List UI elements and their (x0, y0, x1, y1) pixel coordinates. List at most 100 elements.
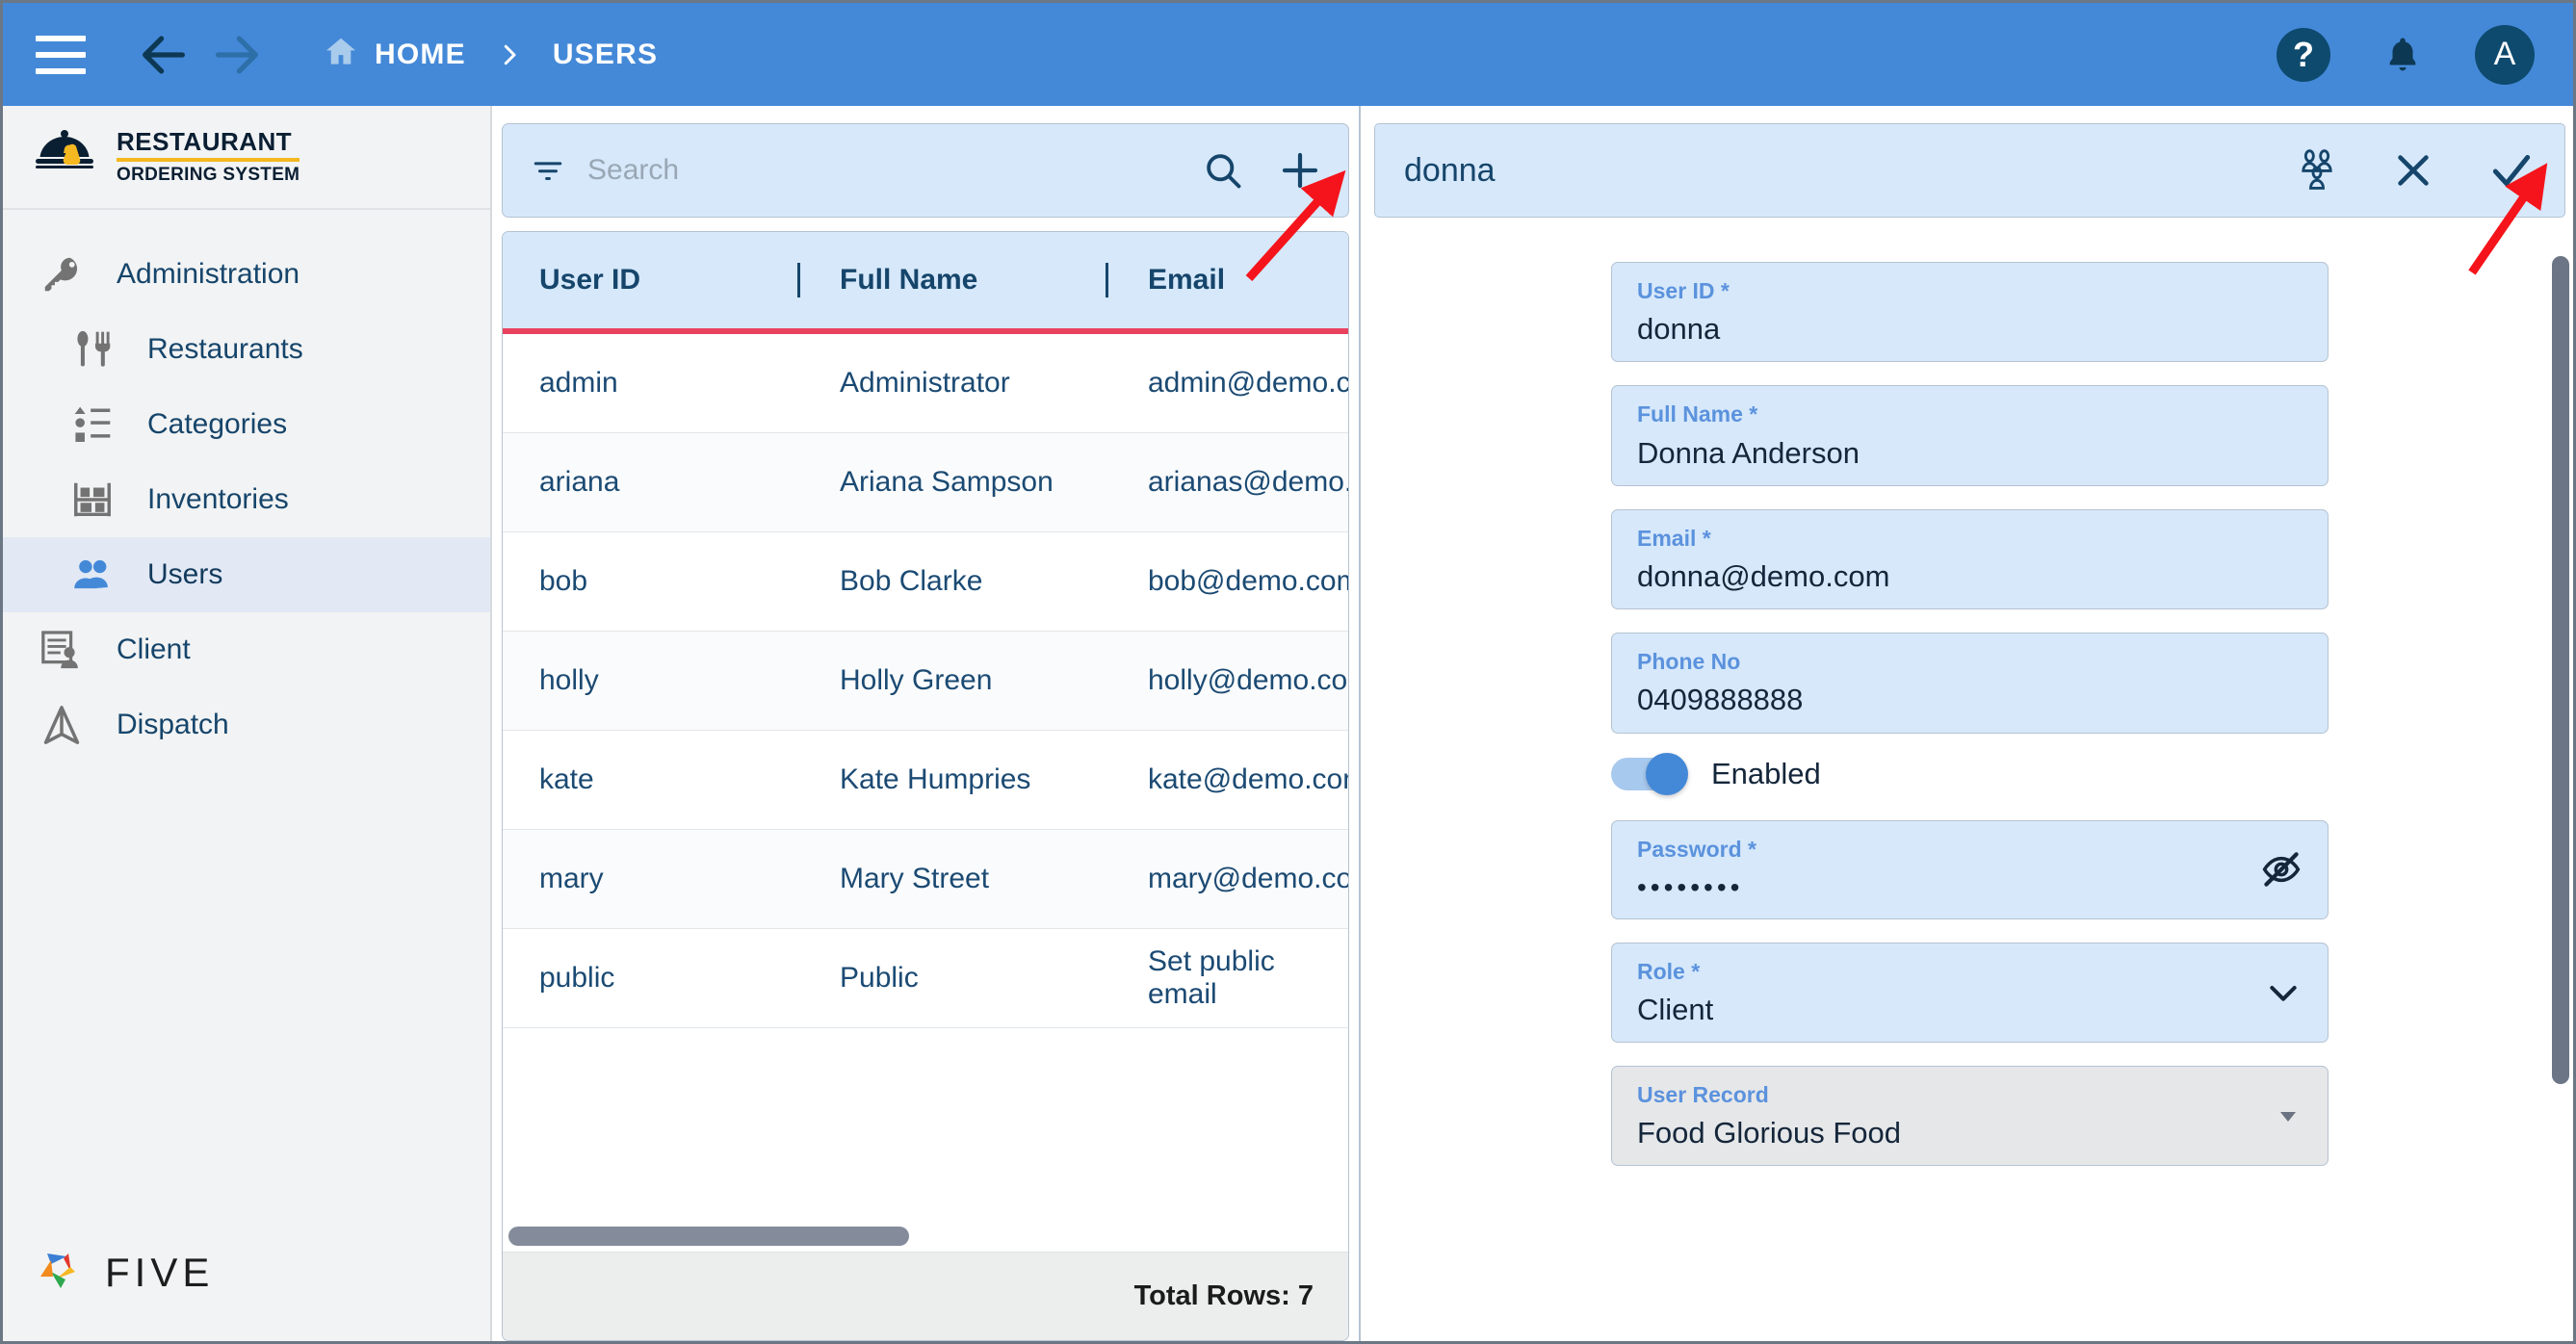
sidebar-item-label: Client (117, 633, 191, 665)
close-x-icon[interactable] (2391, 148, 2435, 193)
dispatch-arrow-icon (36, 703, 88, 747)
users-list-panel: User ID Full Name Email admin Administra… (492, 106, 1359, 1341)
form-header-actions (2295, 146, 2536, 194)
sidebar-item-administration[interactable]: Administration (3, 237, 490, 312)
table-row[interactable]: kate Kate Humpries kate@demo.com (503, 731, 1348, 830)
topbar-actions: ? A (2277, 24, 2535, 85)
form-header: donna (1374, 123, 2565, 218)
horizontal-scrollbar[interactable] (508, 1227, 1342, 1246)
sidebar-item-label: Inventories (147, 483, 289, 515)
sidebar-nav: Administration Restaurants Categories In… (3, 210, 490, 762)
add-record-button[interactable] (1277, 147, 1323, 194)
chevron-down-icon[interactable] (2264, 973, 2303, 1012)
shelf-icon (66, 478, 118, 522)
form-vertical-scrollbar[interactable] (2552, 218, 2569, 1335)
horizontal-scrollbar-thumb[interactable] (508, 1227, 909, 1246)
table-row[interactable]: mary Mary Street mary@demo.co (503, 830, 1348, 929)
cell-email: kate@demo.com (1148, 763, 1349, 795)
logo-line-2: ORDERING SYSTEM (117, 164, 300, 185)
column-header-full-name[interactable]: Full Name (797, 263, 1119, 297)
enabled-toggle-row: Enabled (1611, 752, 2329, 795)
search-bar (502, 123, 1349, 218)
search-icon[interactable] (1202, 149, 1244, 192)
sidebar-item-inventories[interactable]: Inventories (3, 462, 490, 537)
search-input[interactable] (587, 154, 1181, 187)
sidebar-item-users[interactable]: Users (3, 537, 490, 612)
grid-header-row: User ID Full Name Email (503, 232, 1348, 334)
sidebar-item-dispatch[interactable]: Dispatch (3, 687, 490, 762)
user-group-icon[interactable] (2295, 148, 2339, 193)
avatar-initial: A (2493, 36, 2516, 72)
food-cloche-icon (30, 127, 99, 188)
field-full-name[interactable]: Full Name * Donna Anderson (1611, 385, 2329, 486)
five-logo: FIVE (32, 1240, 214, 1305)
five-star-icon (32, 1240, 91, 1305)
hamburger-menu-icon[interactable] (36, 35, 86, 74)
column-divider[interactable] (1106, 263, 1108, 297)
arrow-back-icon[interactable] (136, 27, 192, 83)
sidebar-item-label: Restaurants (147, 333, 303, 365)
bell-icon[interactable] (2382, 33, 2423, 77)
sidebar-item-label: Categories (147, 408, 288, 440)
eye-off-icon[interactable] (2260, 848, 2303, 891)
enabled-toggle[interactable] (1611, 752, 1688, 795)
breadcrumb-home-label: HOME (375, 38, 466, 70)
avatar[interactable]: A (2475, 24, 2535, 85)
table-row[interactable]: admin Administrator admin@demo.co (503, 334, 1348, 433)
grid-footer: Total Rows: 7 (503, 1252, 1348, 1340)
cell-user-id: mary (539, 863, 604, 894)
category-list-icon (66, 402, 118, 447)
field-value: •••••••• (1637, 871, 1744, 902)
sidebar-item-categories[interactable]: Categories (3, 387, 490, 462)
total-rows-label: Total Rows: 7 (1133, 1280, 1314, 1311)
form-fields-scroll: User ID * donna Full Name * Donna Anders… (1374, 218, 2565, 1341)
checkmark-icon[interactable] (2487, 146, 2536, 194)
help-button[interactable]: ? (2277, 27, 2330, 82)
breadcrumb-current-label[interactable]: USERS (553, 39, 658, 71)
cell-email: holly@demo.com (1148, 664, 1349, 696)
arrow-forward-icon[interactable] (209, 27, 265, 83)
field-label: Email * (1637, 525, 1711, 551)
column-divider[interactable] (797, 263, 800, 297)
cell-user-id: bob (539, 565, 588, 597)
sidebar-item-client[interactable]: Client (3, 612, 490, 687)
column-header-label: Email (1148, 264, 1226, 296)
people-icon (66, 553, 118, 597)
cell-email: Set public email (1148, 945, 1275, 1010)
sidebar-item-label: Users (147, 558, 223, 590)
column-header-email[interactable]: Email (1106, 263, 1348, 297)
field-user-record[interactable]: User Record Food Glorious Food (1611, 1066, 2329, 1167)
filter-icon[interactable] (530, 154, 566, 187)
sidebar-item-label: Dispatch (117, 709, 229, 740)
form-vertical-scrollbar-thumb[interactable] (2552, 256, 2569, 1084)
field-value: donna@demo.com (1637, 559, 1890, 594)
breadcrumb-home[interactable]: HOME (323, 34, 466, 75)
cutlery-icon (66, 327, 118, 372)
cell-user-id: admin (539, 367, 618, 399)
table-row[interactable]: public Public Set public email (503, 929, 1348, 1028)
triangle-down-icon[interactable] (2274, 1104, 2303, 1127)
field-password[interactable]: Password * •••••••• (1611, 819, 2329, 919)
home-icon (323, 34, 359, 75)
cell-email: bob@demo.com (1148, 565, 1349, 597)
sidebar: RESTAURANT ORDERING SYSTEM Administratio… (3, 106, 492, 1341)
field-phone-no[interactable]: Phone No 0409888888 (1611, 633, 2329, 734)
toggle-knob (1646, 752, 1688, 795)
cell-email: admin@demo.co (1148, 367, 1349, 399)
field-label: Full Name * (1637, 401, 1758, 427)
top-app-bar: HOME USERS ? A (3, 3, 2573, 106)
sidebar-item-restaurants[interactable]: Restaurants (3, 312, 490, 387)
table-row[interactable]: bob Bob Clarke bob@demo.com (503, 532, 1348, 632)
cell-full-name: Public (840, 962, 919, 994)
column-header-user-id[interactable]: User ID (503, 264, 811, 297)
field-value: donna (1637, 312, 1721, 347)
app-logo[interactable]: RESTAURANT ORDERING SYSTEM (3, 106, 490, 210)
field-user-id[interactable]: User ID * donna (1611, 262, 2329, 363)
cell-full-name: Ariana Sampson (840, 466, 1054, 498)
table-row[interactable]: holly Holly Green holly@demo.com (503, 632, 1348, 731)
table-row[interactable]: ariana Ariana Sampson arianas@demo.c… (503, 433, 1348, 532)
field-email[interactable]: Email * donna@demo.com (1611, 508, 2329, 610)
five-logo-text: FIVE (105, 1249, 215, 1295)
field-role[interactable]: Role * Client (1611, 942, 2329, 1044)
client-record-icon (36, 628, 88, 672)
